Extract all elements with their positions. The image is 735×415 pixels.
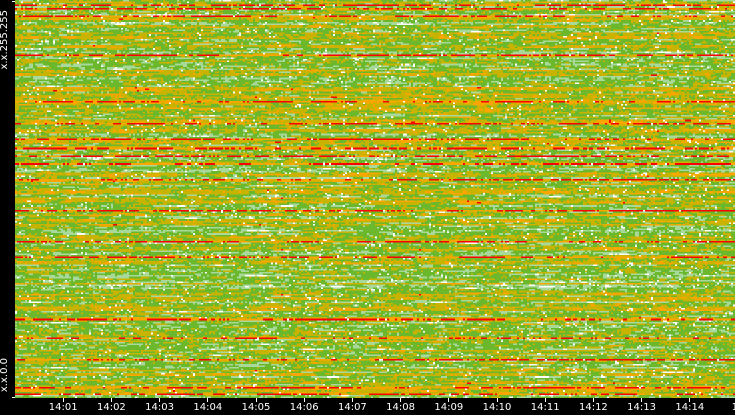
x-tick-label: 14:09: [434, 402, 464, 413]
x-tick-label: 14:07: [337, 402, 367, 413]
x-tick-label: 14:05: [241, 402, 271, 413]
x-tick-label: 14:08: [386, 402, 416, 413]
y-tick-label-bottom: x.x.0.0: [0, 358, 10, 393]
heatmap-plot-area: [15, 0, 735, 398]
x-tick-label: 14:03: [145, 402, 175, 413]
x-tick-label: 14: [731, 402, 735, 413]
x-tick-label: 14:04: [193, 402, 223, 413]
y-tick-label-top: x.x.255.255: [0, 10, 10, 70]
x-tick-label: 14:02: [96, 402, 126, 413]
x-tick-label: 14:14: [675, 402, 705, 413]
x-tick-label: 14:11: [530, 402, 560, 413]
x-tick-label: 14:01: [48, 402, 78, 413]
x-tick-label: 14:06: [289, 402, 319, 413]
heatmap-cells: [15, 0, 735, 398]
x-tick-label: 14:12: [578, 402, 608, 413]
x-tick-label: 14:10: [482, 402, 512, 413]
x-tick-label: 14:13: [627, 402, 657, 413]
